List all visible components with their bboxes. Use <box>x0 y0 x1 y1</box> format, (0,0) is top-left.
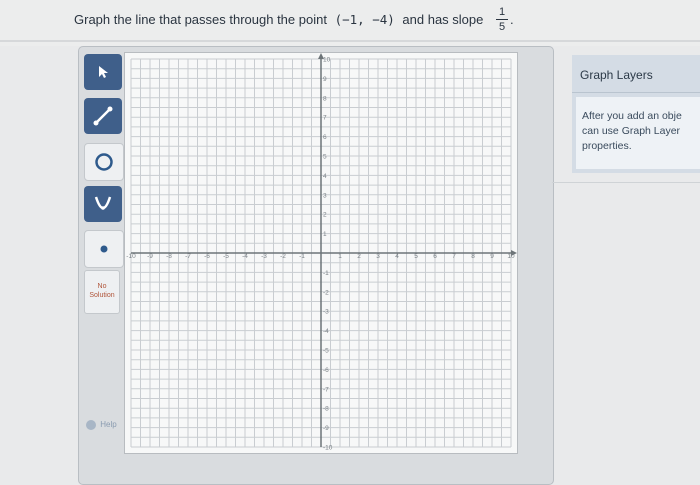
point-icon <box>100 245 108 253</box>
x-tick-label: -1 <box>299 253 305 260</box>
slope-denominator: 5 <box>498 21 506 33</box>
y-tick-label: 2 <box>323 212 327 219</box>
x-tick-label: 10 <box>507 253 515 260</box>
x-tick-label: -5 <box>223 253 229 260</box>
y-tick-label: -7 <box>323 386 329 393</box>
x-tick-label: -3 <box>261 253 267 260</box>
y-tick-label: 8 <box>323 95 327 102</box>
question-middle: and has slope <box>402 12 484 27</box>
question-prefix: Graph the line that passes through the p… <box>74 12 327 27</box>
y-tick-label: 7 <box>323 115 327 122</box>
question-end: . <box>510 12 514 27</box>
y-tick-label: -6 <box>323 367 329 374</box>
y-tick-label: -9 <box>323 425 329 432</box>
y-tick-label: -2 <box>323 289 329 296</box>
no-solution-label-2: Solution <box>89 292 115 299</box>
x-tick-label: -7 <box>185 253 191 260</box>
x-tick-label: 8 <box>471 253 475 260</box>
x-tick-label: 4 <box>395 253 399 260</box>
x-tick-label: 3 <box>376 253 380 260</box>
y-tick-label: 1 <box>323 231 327 238</box>
help-link[interactable]: Help <box>86 420 117 430</box>
help-text-line-3: properties. <box>582 140 632 152</box>
y-tick-label: -1 <box>323 270 329 277</box>
y-tick-label: 4 <box>323 173 327 180</box>
x-tick-label: 6 <box>433 253 437 260</box>
x-tick-label: -9 <box>147 253 153 260</box>
y-tick-label: -3 <box>323 309 329 316</box>
x-tick-label: 9 <box>490 253 494 260</box>
help-label: Help <box>100 420 117 430</box>
y-tick-label: -10 <box>323 445 333 452</box>
help-icon <box>86 420 96 430</box>
coordinate-grid[interactable]: -10 -9 -8 -7 -6 -5 -4 -3 -2 -1 1 2 3 4 5 6 7 8 9 10 10 9 8 7 6 5 4… <box>124 52 518 454</box>
x-tick-label: -4 <box>242 253 248 260</box>
x-tick-label: -6 <box>204 253 210 260</box>
line-segment-icon <box>93 106 113 126</box>
question-divider <box>0 40 700 42</box>
y-tick-label: 9 <box>323 76 327 83</box>
y-tick-label: 10 <box>323 57 331 64</box>
x-tick-label: 2 <box>357 253 361 260</box>
question-bar: Graph the line that passes through the p… <box>0 0 700 46</box>
panel-divider <box>572 92 700 93</box>
graph-layers-panel: Graph Layers After you add an obje can u… <box>572 55 700 173</box>
x-tick-label: -8 <box>166 253 172 260</box>
graph-toolbar: No Solution <box>84 52 126 432</box>
x-tick-label: -2 <box>280 253 286 260</box>
slope-fraction: 1 5 <box>496 6 508 33</box>
slope-numerator: 1 <box>498 6 506 18</box>
y-tick-label: -8 <box>323 406 329 413</box>
arrow-pointer-icon <box>99 66 108 78</box>
fraction-bar <box>496 19 508 20</box>
page-divider <box>552 182 700 183</box>
y-tick-label: 6 <box>323 134 327 141</box>
help-text-line-1: After you add an obje <box>582 110 682 122</box>
circle-tool-button[interactable] <box>84 143 124 181</box>
x-tick-label: 5 <box>414 253 418 260</box>
help-text-line-2: can use Graph Layer <box>582 125 681 137</box>
question-point: (−1, −4) <box>334 12 395 27</box>
graph-layers-title[interactable]: Graph Layers <box>580 68 653 82</box>
parabola-tool-button[interactable] <box>84 186 122 222</box>
x-tick-label: 1 <box>338 253 342 260</box>
x-tick-label: -10 <box>126 253 136 260</box>
y-tick-label: -5 <box>323 348 329 355</box>
parabola-icon <box>94 196 112 210</box>
y-tick-label: -4 <box>323 328 329 335</box>
graph-layers-help-text: After you add an obje can use Graph Laye… <box>582 109 700 154</box>
x-tick-label: 7 <box>452 253 456 260</box>
y-tick-label: 5 <box>323 154 327 161</box>
y-tick-label: 3 <box>323 192 327 199</box>
no-solution-button[interactable]: No Solution <box>84 270 120 314</box>
point-tool-button[interactable] <box>84 230 124 268</box>
select-tool-button[interactable] <box>84 54 122 90</box>
question-text: Graph the line that passes through the p… <box>74 12 483 27</box>
line-tool-button[interactable] <box>84 98 122 134</box>
circle-icon <box>95 153 113 171</box>
no-solution-label-1: No <box>97 283 107 290</box>
graph-canvas[interactable]: -10 -9 -8 -7 -6 -5 -4 -3 -2 -1 1 2 3 4 5 6 7 8 9 10 10 9 8 7 6 5 4… <box>125 53 517 453</box>
